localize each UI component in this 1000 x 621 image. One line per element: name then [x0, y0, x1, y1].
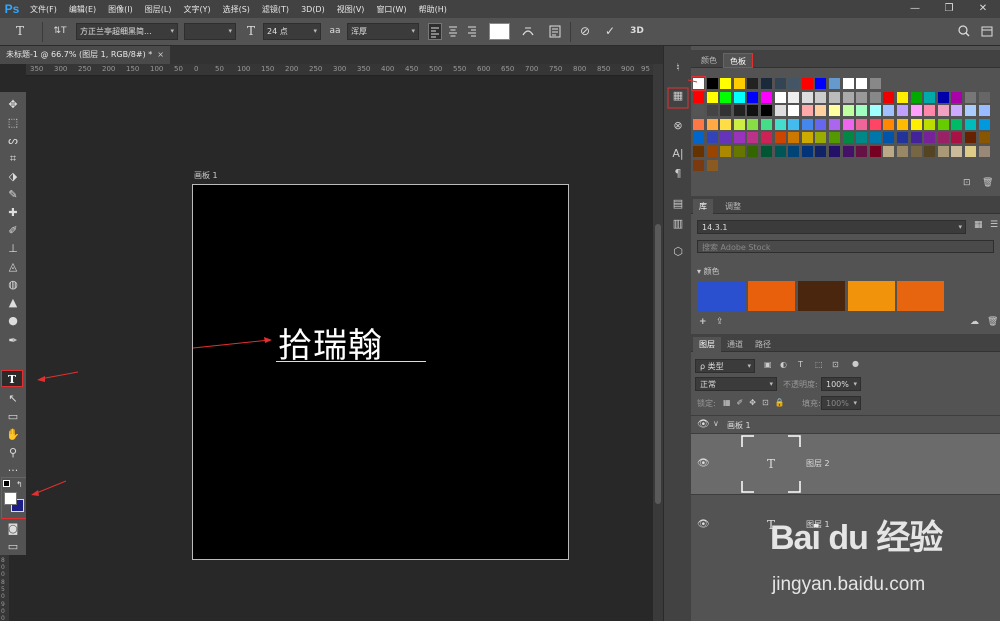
annotation-overlay: [31, 79, 698, 496]
annotation-frame-icon: [667, 87, 689, 109]
annotation-arrow-tool: [39, 371, 79, 380]
annotation-line: [687, 79, 698, 83]
annotation-arrow-swatch: [33, 480, 67, 495]
annotation-arrowhead: [31, 490, 39, 496]
annotation-arrowhead: [37, 376, 45, 382]
annotation-arrowhead: [264, 337, 272, 343]
annotation-arrow-text: [192, 339, 271, 349]
